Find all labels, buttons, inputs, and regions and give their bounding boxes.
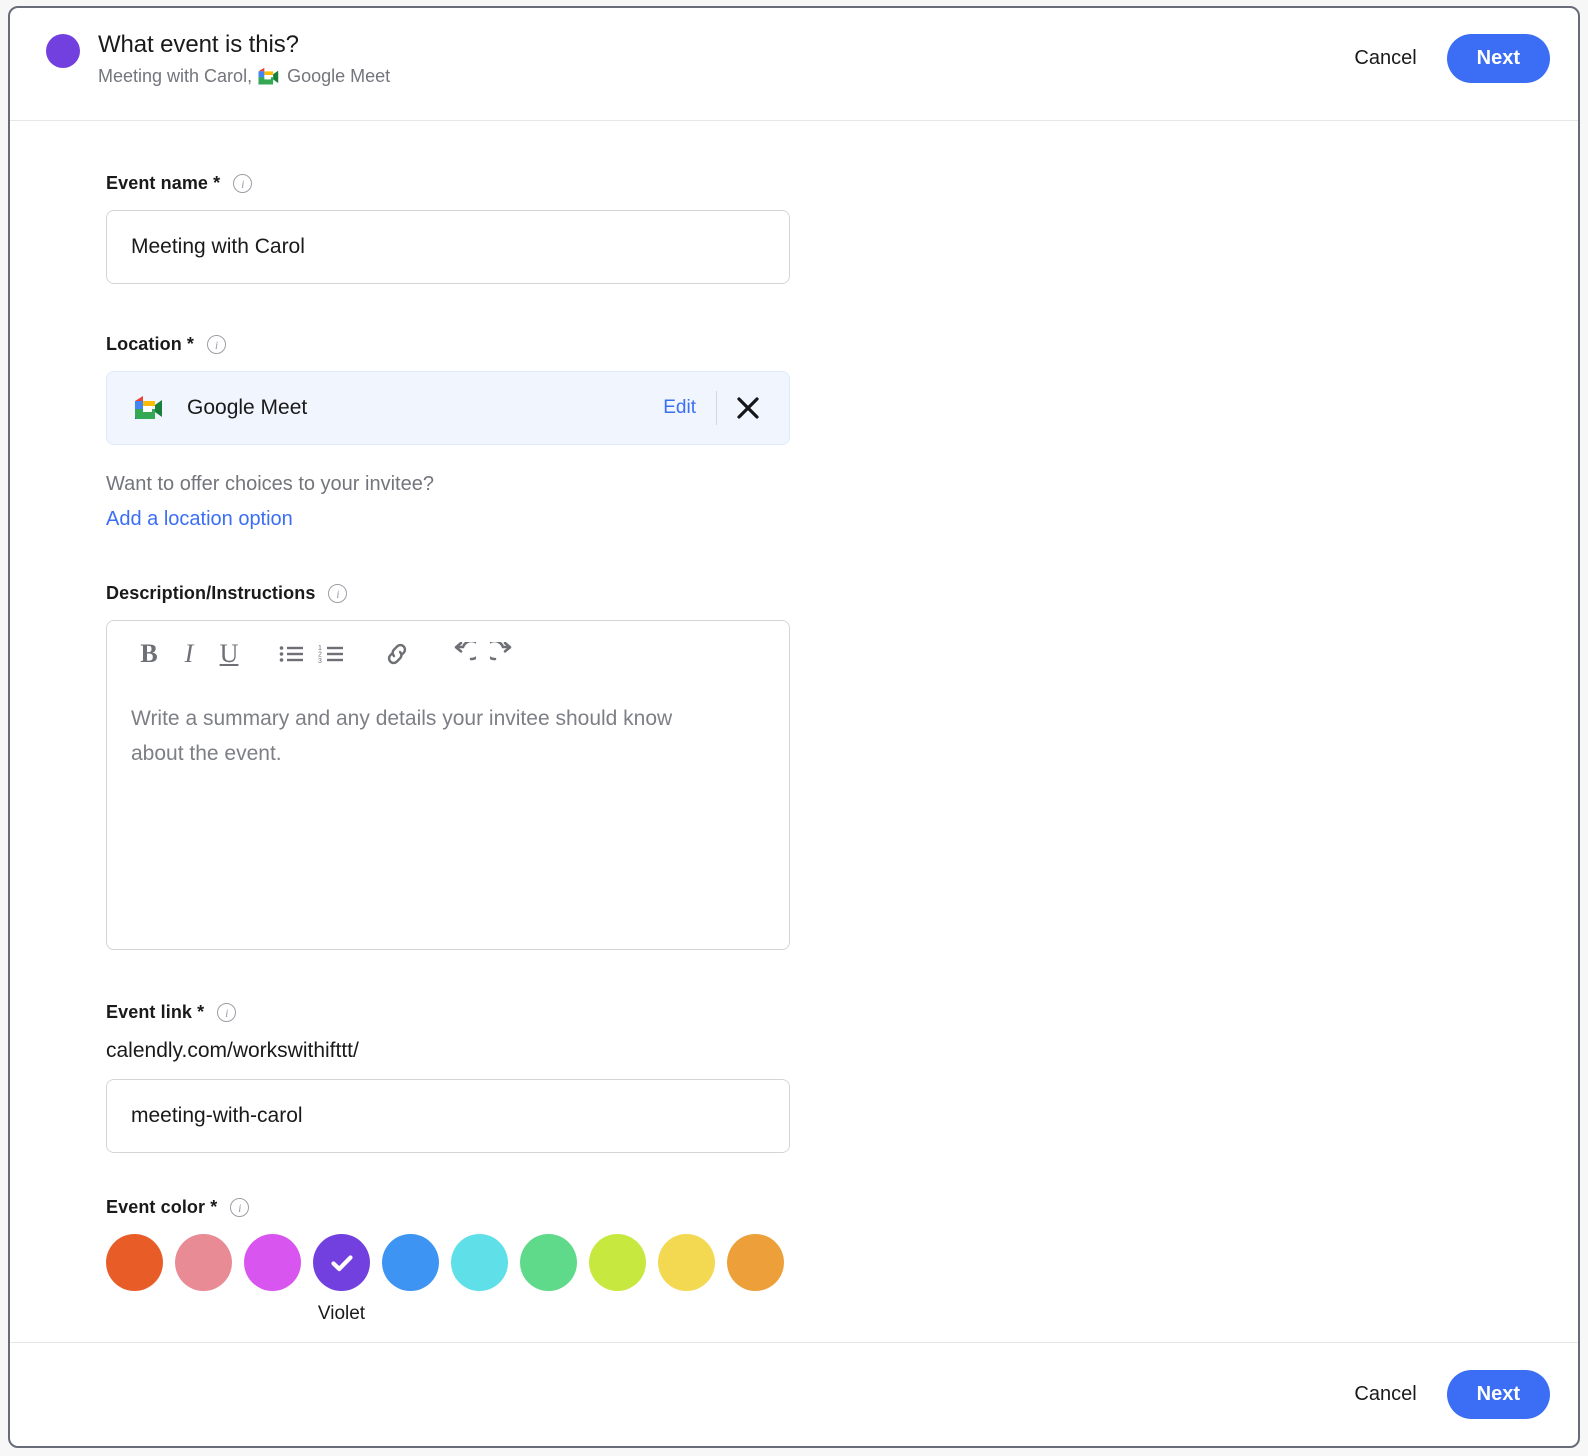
event-color-swatch-wrapper (244, 1234, 301, 1291)
bullet-list-icon[interactable] (271, 634, 311, 674)
info-icon[interactable]: i (233, 174, 253, 193)
bold-icon[interactable]: B (129, 634, 169, 674)
footer-next-button[interactable]: Next (1446, 1370, 1550, 1419)
event-color-swatch-wrapper (658, 1234, 715, 1291)
event-name-label-row: Event name * i (106, 173, 790, 194)
description-editor: B I U 1 2 3 Write a summary and any deta… (106, 620, 790, 950)
event-color-swatch-orange[interactable] (727, 1234, 784, 1291)
italic-icon[interactable]: I (169, 634, 209, 674)
location-field-group: Location * i Google Meet Edit Want to of… (106, 334, 790, 531)
editor-toolbar: B I U 1 2 3 (107, 621, 789, 687)
event-color-swatch-wrapper (727, 1234, 784, 1291)
event-link-label: Event link * (106, 1002, 205, 1022)
undo-icon[interactable] (443, 634, 483, 674)
event-color-label-row: Event color * i (106, 1197, 790, 1218)
event-color-swatch-magenta[interactable] (244, 1234, 301, 1291)
form-body: Event name * i Location * i (10, 121, 1578, 1342)
location-name: Google Meet (187, 396, 308, 419)
close-icon[interactable] (725, 385, 771, 431)
event-link-url-prefix: calendly.com/workswithifttt/ (106, 1039, 359, 1062)
event-color-swatch-blue[interactable] (382, 1234, 439, 1291)
info-icon[interactable]: i (328, 584, 348, 603)
description-label-row: Description/Instructions i (106, 583, 790, 604)
header-cancel-button[interactable]: Cancel (1338, 37, 1432, 80)
event-color-swatch-wrapper (589, 1234, 646, 1291)
description-placeholder[interactable]: Write a summary and any details your inv… (107, 687, 717, 771)
header-left-group: What event is this? Meeting with Carol, (46, 30, 390, 87)
event-color-label: Event color * (106, 1197, 218, 1217)
header-next-button[interactable]: Next (1446, 34, 1550, 83)
page-subtitle: Meeting with Carol, Google Meet (98, 65, 390, 87)
link-icon[interactable] (377, 634, 417, 674)
divider (716, 391, 717, 425)
event-color-dot (46, 34, 80, 68)
event-color-selected-label: Violet (317, 1303, 366, 1324)
event-color-swatch-wrapper (451, 1234, 508, 1291)
location-chip: Google Meet Edit (106, 371, 790, 445)
event-name-field-group: Event name * i (106, 173, 790, 284)
event-color-swatch-turquoise[interactable] (451, 1234, 508, 1291)
location-hint-text: Want to offer choices to your invitee? (106, 473, 434, 495)
add-location-option-link[interactable]: Add a location option (106, 508, 293, 531)
subtitle-location-name: Google Meet (287, 66, 391, 86)
event-color-swatch-salmon[interactable] (175, 1234, 232, 1291)
event-link-field-group: Event link * i calendly.com/workswithift… (106, 1002, 790, 1153)
location-label-row: Location * i (106, 334, 790, 355)
event-color-swatch-row: Violet (106, 1234, 790, 1325)
event-color-swatch-violet[interactable] (313, 1234, 370, 1291)
page-footer: Cancel Next (10, 1342, 1578, 1446)
event-color-swatch-wrapper (175, 1234, 232, 1291)
underline-icon[interactable]: U (209, 634, 249, 674)
event-link-slug-input[interactable] (106, 1079, 790, 1153)
event-color-swatch-lime[interactable] (589, 1234, 646, 1291)
svg-text:3: 3 (318, 658, 322, 664)
info-icon[interactable]: i (217, 1003, 237, 1022)
page-title: What event is this? (98, 31, 299, 58)
event-color-swatch-wrapper (520, 1234, 577, 1291)
check-icon (330, 1254, 353, 1271)
event-color-swatch-green[interactable] (520, 1234, 577, 1291)
app-page: What event is this? Meeting with Carol, (0, 0, 1588, 1456)
info-icon[interactable]: i (230, 1198, 250, 1217)
event-link-label-row: Event link * i (106, 1002, 790, 1023)
event-setup-window: What event is this? Meeting with Carol, (8, 6, 1580, 1448)
event-color-swatch-yellow[interactable] (658, 1234, 715, 1291)
numbered-list-icon[interactable]: 1 2 3 (311, 634, 351, 674)
event-name-label: Event name * (106, 173, 221, 193)
google-meet-icon (133, 395, 163, 421)
header-text-block: What event is this? Meeting with Carol, (98, 30, 390, 87)
redo-icon[interactable] (483, 634, 523, 674)
event-color-field-group: Event color * i Violet (106, 1197, 790, 1325)
event-name-input[interactable] (106, 210, 790, 284)
page-header: What event is this? Meeting with Carol, (10, 8, 1578, 121)
google-meet-icon (257, 67, 279, 86)
event-color-swatch-wrapper: Violet (313, 1234, 370, 1325)
footer-cancel-button[interactable]: Cancel (1338, 1373, 1432, 1416)
description-label: Description/Instructions (106, 583, 316, 603)
subtitle-event-name: Meeting with Carol, (98, 66, 258, 86)
event-color-swatch-tomato[interactable] (106, 1234, 163, 1291)
event-color-swatch-wrapper (106, 1234, 163, 1291)
info-icon[interactable]: i (207, 335, 227, 354)
header-actions: Cancel Next (1338, 34, 1550, 83)
event-color-swatch-wrapper (382, 1234, 439, 1291)
location-label: Location * (106, 334, 195, 354)
description-field-group: Description/Instructions i B I U 1 2 3 W… (106, 583, 790, 950)
location-edit-link[interactable]: Edit (655, 393, 716, 423)
